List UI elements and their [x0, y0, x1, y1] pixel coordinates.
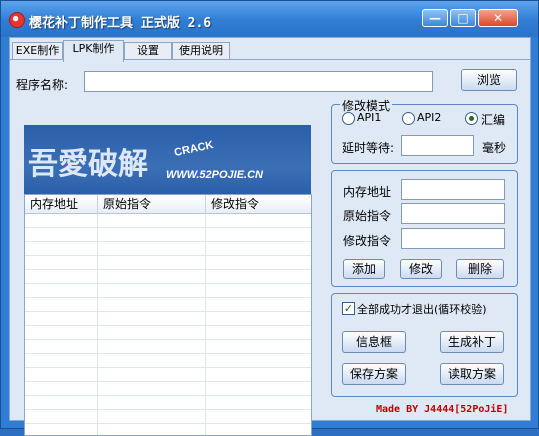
add-button[interactable]: 添加	[343, 259, 385, 279]
banner-crack-text: CRACK	[173, 139, 215, 159]
list-row	[25, 256, 311, 270]
tab-help[interactable]: 使用说明	[172, 42, 230, 60]
title-bar[interactable]: 樱花补丁制作工具 正式版 2.6 — □ ✕	[1, 1, 538, 37]
maximize-button[interactable]: □	[450, 9, 476, 27]
close-button[interactable]: ✕	[478, 9, 518, 27]
program-name-input[interactable]	[84, 71, 433, 92]
tab-lpk[interactable]: LPK制作	[63, 40, 124, 62]
column-header-address[interactable]: 内存地址	[25, 195, 98, 214]
loop-check-checkbox[interactable]: ✓	[342, 302, 355, 315]
load-scheme-button[interactable]: 读取方案	[440, 363, 504, 385]
modify-button[interactable]: 修改	[400, 259, 442, 279]
credits-footer: Made BY J4444[52PoJiE]	[376, 404, 509, 415]
banner-logo-text: 吾愛破解	[28, 147, 148, 182]
column-header-modified[interactable]: 修改指令	[206, 195, 313, 214]
list-row	[25, 298, 311, 312]
action-group: ✓ 全部成功才退出(循环校验) 信息框 生成补丁 保存方案 读取方案	[331, 293, 518, 397]
radio-asm[interactable]	[465, 112, 478, 125]
address-label: 内存地址	[343, 185, 392, 199]
patch-list[interactable]: 内存地址 原始指令 修改指令	[24, 194, 312, 436]
delete-button[interactable]: 删除	[456, 259, 504, 279]
list-row	[25, 284, 311, 298]
list-row	[25, 312, 311, 326]
delay-label: 延时等待:	[342, 141, 395, 155]
list-row	[25, 242, 311, 256]
list-row	[25, 340, 311, 354]
list-row	[25, 214, 311, 228]
radio-api1[interactable]	[342, 112, 355, 125]
list-row	[25, 396, 311, 410]
info-box-button[interactable]: 信息框	[342, 331, 406, 353]
radio-api2-label: API2	[417, 111, 442, 124]
edit-group: 内存地址 原始指令 修改指令 添加 修改 删除	[331, 170, 518, 287]
window-title: 樱花补丁制作工具 正式版 2.6	[29, 16, 212, 31]
list-row	[25, 228, 311, 242]
delay-input[interactable]	[401, 135, 474, 156]
browse-button[interactable]: 浏览	[461, 69, 517, 91]
modified-label: 修改指令	[343, 234, 392, 248]
radio-api1-label: API1	[357, 111, 382, 124]
original-input[interactable]	[401, 203, 505, 224]
generate-patch-button[interactable]: 生成补丁	[440, 331, 504, 353]
modified-input[interactable]	[401, 228, 505, 249]
original-label: 原始指令	[343, 209, 392, 223]
list-row	[25, 354, 311, 368]
delay-unit-label: 毫秒	[482, 141, 507, 155]
address-input[interactable]	[401, 179, 505, 200]
save-scheme-button[interactable]: 保存方案	[342, 363, 406, 385]
list-row	[25, 270, 311, 284]
mode-group: 修改模式 API1 API2 汇编 延时等待: 毫秒	[331, 97, 518, 164]
minimize-button[interactable]: —	[422, 9, 448, 27]
list-row	[25, 326, 311, 340]
radio-asm-label: 汇编	[481, 113, 506, 127]
app-icon	[9, 12, 25, 28]
banner-url-text: WWW.52POJIE.CN	[166, 169, 263, 181]
main-window: 樱花补丁制作工具 正式版 2.6 — □ ✕ EXE制作 LPK制作 设置 使用…	[0, 0, 539, 436]
lpk-tab-panel: 程序名称: 浏览 吾愛破解 CRACK WWW.52POJIE.CN 内存地址 …	[10, 59, 530, 436]
list-row	[25, 368, 311, 382]
patch-list-header: 内存地址 原始指令 修改指令	[25, 195, 311, 214]
list-row	[25, 382, 311, 396]
tab-settings[interactable]: 设置	[124, 42, 172, 60]
column-header-original[interactable]: 原始指令	[98, 195, 206, 214]
list-row	[25, 410, 311, 424]
banner-logo: 吾愛破解 CRACK WWW.52POJIE.CN	[24, 125, 311, 195]
program-name-label: 程序名称:	[16, 78, 69, 92]
radio-api2[interactable]	[402, 112, 415, 125]
client-area: EXE制作 LPK制作 设置 使用说明 程序名称: 浏览 吾愛破解 CRACK …	[9, 37, 531, 436]
loop-check-label: 全部成功才退出(循环校验)	[357, 303, 487, 316]
tab-exe[interactable]: EXE制作	[12, 42, 63, 60]
